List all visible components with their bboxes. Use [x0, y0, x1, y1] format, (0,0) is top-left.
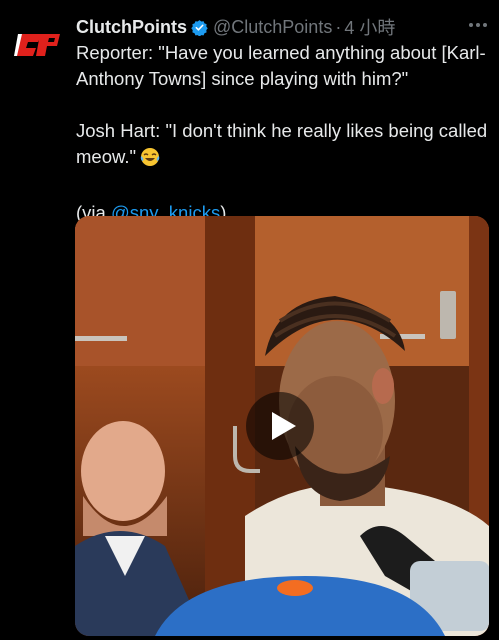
- video-media[interactable]: [75, 216, 489, 636]
- tears-of-joy-emoji-icon: [140, 147, 160, 174]
- tweet-header: ClutchPoints @ClutchPoints · 4 小時: [76, 14, 488, 40]
- tweet-text: Reporter: "Have you learned anything abo…: [76, 40, 496, 226]
- tweet-timestamp[interactable]: 4 小時: [344, 14, 395, 40]
- author-name[interactable]: ClutchPoints: [76, 17, 187, 38]
- josh-hart-quote-text: Josh Hart: "I don't think he really like…: [76, 120, 488, 167]
- clutchpoints-logo-avatar[interactable]: [14, 30, 62, 60]
- play-icon[interactable]: [246, 392, 314, 460]
- josh-hart-quote: Josh Hart: "I don't think he really like…: [76, 118, 496, 174]
- reporter-quote: Reporter: "Have you learned anything abo…: [76, 42, 486, 89]
- verified-badge-icon: [191, 19, 208, 36]
- header-separator: ·: [335, 16, 342, 37]
- more-options-icon[interactable]: [466, 14, 490, 36]
- author-handle[interactable]: @ClutchPoints: [213, 17, 332, 38]
